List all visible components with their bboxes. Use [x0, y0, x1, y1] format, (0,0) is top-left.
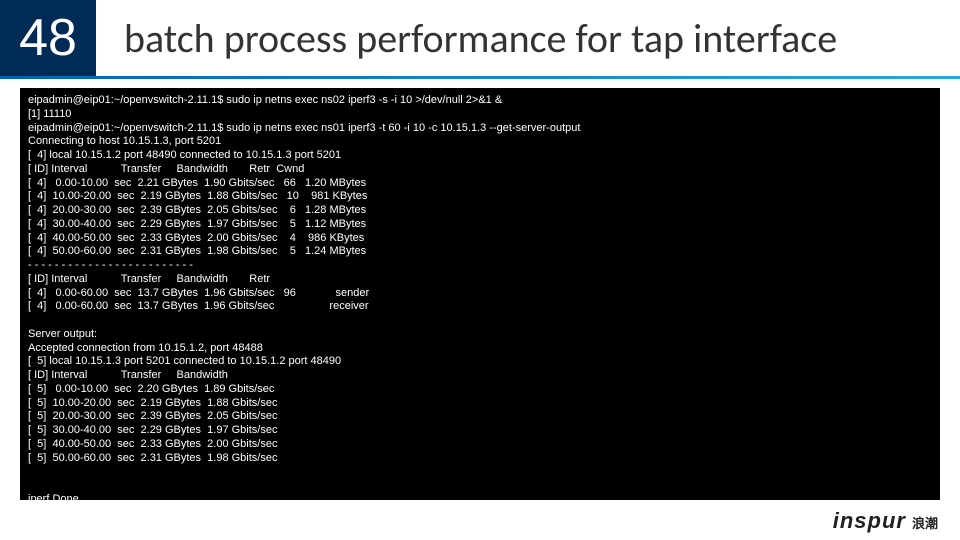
terminal-line: [ 5] 10.00-20.00 sec 2.19 GBytes 1.88 Gb… — [28, 397, 932, 411]
terminal-line: [ 5] 20.00-30.00 sec 2.39 GBytes 2.05 Gb… — [28, 410, 932, 424]
title-underline — [0, 76, 960, 79]
terminal-line: Connecting to host 10.15.1.3, port 5201 — [28, 135, 932, 149]
slide-title: batch process performance for tap interf… — [96, 0, 960, 76]
terminal-line: [ ID] Interval Transfer Bandwidth Retr — [28, 273, 932, 287]
brand-logo: inspur 浪潮 — [833, 508, 938, 534]
terminal-line: [ 5] 40.00-50.00 sec 2.33 GBytes 2.00 Gb… — [28, 438, 932, 452]
terminal-line: [ 5] 50.00-60.00 sec 2.31 GBytes 1.98 Gb… — [28, 452, 932, 466]
logo-cn: 浪潮 — [912, 513, 938, 532]
terminal-line: eipadmin@eip01:~/openvswitch-2.11.1$ sud… — [28, 122, 932, 136]
terminal-line: [ 5] local 10.15.1.3 port 5201 connected… — [28, 355, 932, 369]
terminal-line: iperf Done. — [28, 493, 932, 500]
terminal-line: Accepted connection from 10.15.1.2, port… — [28, 342, 932, 356]
terminal-output: eipadmin@eip01:~/openvswitch-2.11.1$ sud… — [20, 88, 940, 500]
terminal-line: [1] 11110 — [28, 108, 932, 122]
terminal-line — [28, 479, 932, 493]
terminal-line: [ 4] 0.00-10.00 sec 2.21 GBytes 1.90 Gbi… — [28, 177, 932, 191]
slide-number: 48 — [0, 0, 96, 76]
terminal-line: [ 4] 50.00-60.00 sec 2.31 GBytes 1.98 Gb… — [28, 245, 932, 259]
terminal-line: [ 5] 30.00-40.00 sec 2.29 GBytes 1.97 Gb… — [28, 424, 932, 438]
terminal-line: eipadmin@eip01:~/openvswitch-2.11.1$ sud… — [28, 94, 932, 108]
terminal-line: [ 4] 20.00-30.00 sec 2.39 GBytes 2.05 Gb… — [28, 204, 932, 218]
terminal-line: [ 4] 30.00-40.00 sec 2.29 GBytes 1.97 Gb… — [28, 218, 932, 232]
terminal-line: [ 4] 10.00-20.00 sec 2.19 GBytes 1.88 Gb… — [28, 190, 932, 204]
terminal-line: [ ID] Interval Transfer Bandwidth — [28, 369, 932, 383]
terminal-line: [ 4] 0.00-60.00 sec 13.7 GBytes 1.96 Gbi… — [28, 300, 932, 314]
terminal-line: [ ID] Interval Transfer Bandwidth Retr C… — [28, 163, 932, 177]
terminal-line: [ 4] local 10.15.1.2 port 48490 connecte… — [28, 149, 932, 163]
terminal-line: Server output: — [28, 328, 932, 342]
terminal-line — [28, 465, 932, 479]
terminal-line — [28, 314, 932, 328]
slide: 48 batch process performance for tap int… — [0, 0, 960, 540]
terminal-line: [ 4] 40.00-50.00 sec 2.33 GBytes 2.00 Gb… — [28, 232, 932, 246]
terminal-line: [ 4] 0.00-60.00 sec 13.7 GBytes 1.96 Gbi… — [28, 287, 932, 301]
logo-word: inspur — [833, 508, 906, 534]
terminal-line: - - - - - - - - - - - - - - - - - - - - … — [28, 259, 932, 273]
slide-header: 48 batch process performance for tap int… — [0, 0, 960, 76]
terminal-line: [ 5] 0.00-10.00 sec 2.20 GBytes 1.89 Gbi… — [28, 383, 932, 397]
